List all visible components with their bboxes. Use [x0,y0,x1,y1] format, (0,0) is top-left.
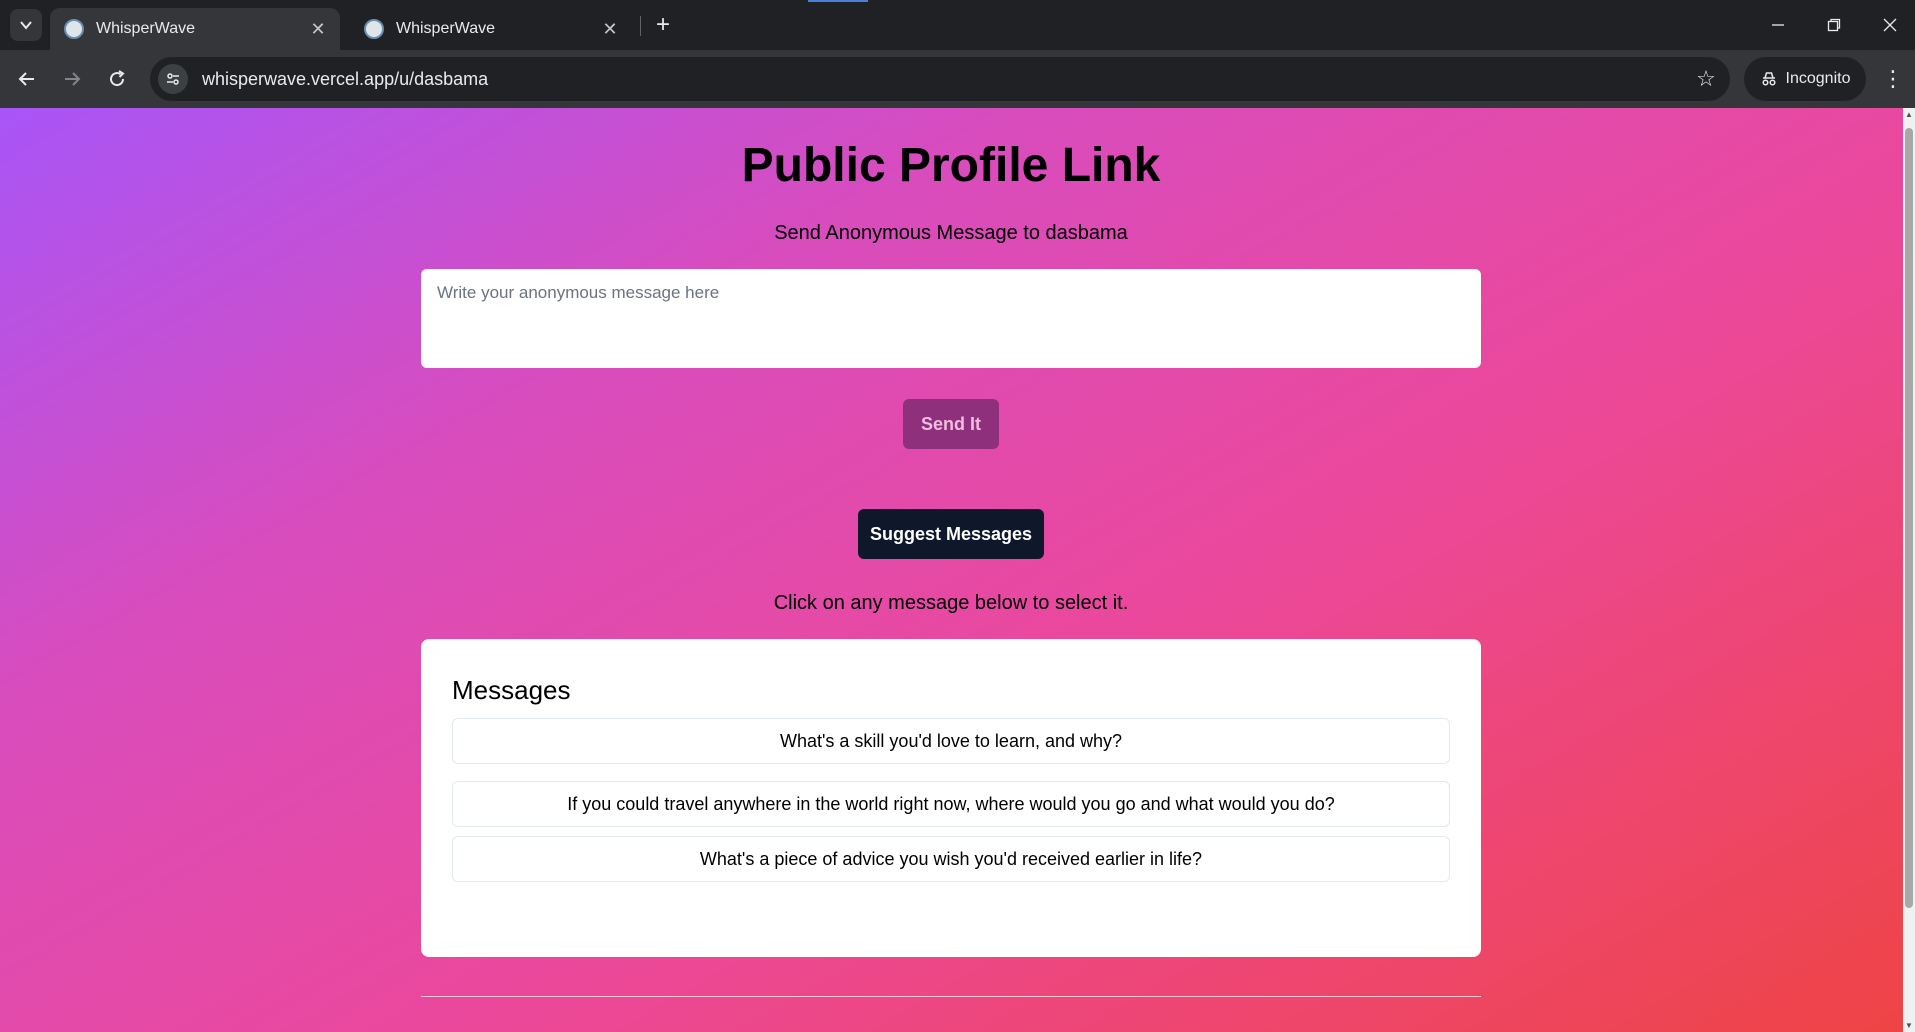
tab-search-button[interactable] [10,9,42,41]
forward-button[interactable] [55,62,89,96]
select-message-hint: Click on any message below to select it. [773,592,1129,614]
incognito-indicator[interactable]: Incognito [1744,57,1866,101]
kebab-icon: ⋮ [1882,66,1904,91]
restore-icon [1827,18,1841,32]
restore-button[interactable] [1814,8,1854,42]
favicon-icon [64,19,84,39]
section-divider [421,996,1481,997]
browser-menu-button[interactable]: ⋮ [1876,62,1910,96]
favicon-icon [364,19,384,39]
page-viewport: Public Profile Link Send Anonymous Messa… [0,108,1915,1032]
arrow-left-icon [18,72,34,86]
suggest-messages-button[interactable]: Suggest Messages [858,509,1044,559]
close-icon [1883,18,1897,32]
anonymous-message-input[interactable] [421,269,1481,368]
url-text[interactable]: whisperwave.vercel.app/u/dasbama [202,69,1686,90]
suggested-message[interactable]: What's a piece of advice you wish you'd … [452,836,1450,882]
reload-icon [110,70,125,87]
back-button[interactable] [10,62,44,96]
scrollbar-thumb[interactable] [1905,128,1913,908]
incognito-label: Incognito [1785,70,1851,87]
tab-separator [640,16,641,36]
star-icon: ☆ [1696,66,1716,91]
tab-whisperwave[interactable]: WhisperWave ✕ [350,8,632,50]
tab-whisperwave-active[interactable]: WhisperWave ✕ [50,8,340,50]
send-message-label: Send Anonymous Message to dasbama [774,222,1128,244]
browser-tab-bar: WhisperWave ✕ WhisperWave ✕ + [0,0,1915,50]
new-tab-button[interactable]: + [648,10,678,40]
bookmark-button[interactable]: ☆ [1686,59,1726,99]
tab-title: WhisperWave [96,20,195,37]
arrow-right-icon [65,72,81,86]
tab-title: WhisperWave [396,20,495,37]
page-title: Public Profile Link [741,139,1161,192]
browser-toolbar: whisperwave.vercel.app/u/dasbama ☆ Incog… [0,50,1915,108]
scroll-down-icon[interactable]: ▼ [1904,1021,1914,1030]
site-info-button[interactable] [158,64,188,94]
tune-icon [167,73,179,85]
tab-strip-indicator [808,0,868,2]
plus-icon: + [655,11,670,38]
close-icon[interactable]: ✕ [600,19,620,39]
incognito-icon [1761,72,1776,86]
send-button[interactable]: Send It [903,399,999,449]
reload-button[interactable] [100,62,134,96]
messages-card: Messages What's a skill you'd love to le… [421,639,1481,957]
vertical-scrollbar[interactable]: ▲ ▼ [1903,108,1915,1032]
close-window-button[interactable] [1870,8,1910,42]
messages-card-title: Messages [452,675,571,705]
suggested-message[interactable]: If you could travel anywhere in the worl… [452,781,1450,827]
close-icon[interactable]: ✕ [308,19,328,39]
suggested-message[interactable]: What's a skill you'd love to learn, and … [452,718,1450,764]
chevron-down-icon [20,21,32,30]
address-bar[interactable]: whisperwave.vercel.app/u/dasbama ☆ [150,57,1730,101]
minimize-icon [1772,24,1784,26]
scroll-up-icon[interactable]: ▲ [1904,110,1914,119]
minimize-button[interactable] [1758,8,1798,42]
